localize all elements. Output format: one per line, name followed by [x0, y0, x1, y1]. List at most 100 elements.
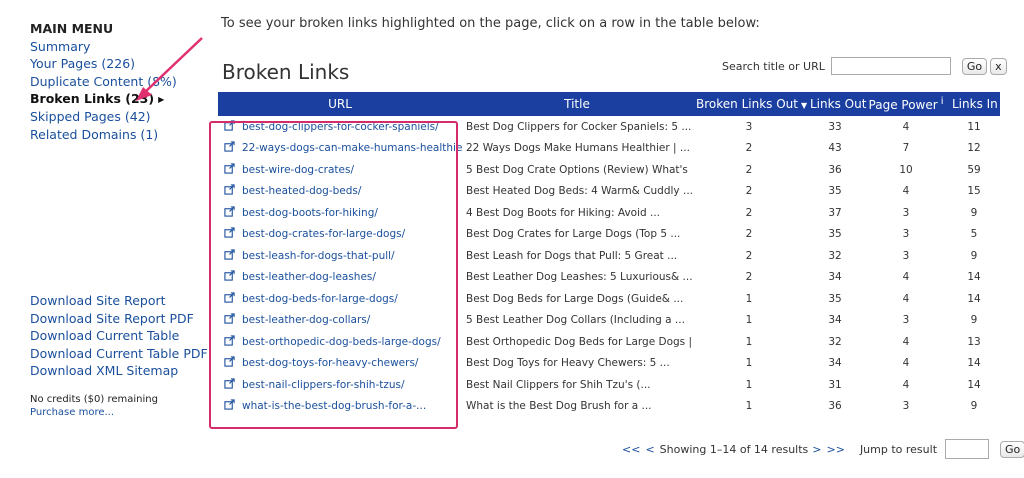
external-link-icon[interactable]: [224, 206, 236, 220]
download-site-report-link[interactable]: Download Site Report: [30, 292, 208, 310]
url-link[interactable]: best-dog-boots-for-hiking/: [242, 207, 378, 219]
links-in-cell: 12: [967, 142, 981, 155]
external-link-icon[interactable]: [224, 356, 236, 370]
external-link-icon[interactable]: [224, 292, 236, 306]
links-out-cell: 37: [828, 206, 842, 219]
url-link[interactable]: best-nail-clippers-for-shih-tzus/: [242, 379, 405, 391]
table-row[interactable]: best-wire-dog-crates/5 Best Dog Crate Op…: [218, 159, 1000, 181]
url-link[interactable]: best-leather-dog-leashes/: [242, 271, 376, 283]
annotation-arrow-icon: [136, 37, 203, 101]
purchase-more-link[interactable]: Purchase more...: [30, 406, 158, 419]
external-link-icon[interactable]: [224, 378, 236, 392]
title-cell: Best Dog Clippers for Cocker Spaniels: 5…: [466, 120, 692, 133]
url-link[interactable]: best-wire-dog-crates/: [242, 164, 354, 176]
links-in-cell: 59: [967, 163, 981, 176]
external-link-icon[interactable]: [224, 249, 236, 263]
table-row[interactable]: best-dog-toys-for-heavy-chewers/Best Dog…: [218, 353, 1000, 375]
column-header-links-out[interactable]: Links Out: [806, 92, 867, 116]
table-row[interactable]: best-nail-clippers-for-shih-tzus/Best Na…: [218, 374, 1000, 396]
external-link-icon[interactable]: [224, 313, 236, 327]
broken-links-out-cell: 2: [745, 185, 753, 198]
url-link[interactable]: best-orthopedic-dog-beds-large-dogs/: [242, 336, 441, 348]
external-link-icon[interactable]: [224, 227, 236, 241]
download-site-report-pdf-link[interactable]: Download Site Report PDF: [30, 310, 208, 328]
next-page-link[interactable]: >: [812, 443, 821, 456]
broken-links-out-cell: 3: [745, 120, 753, 133]
column-header-links-in[interactable]: Links In: [948, 92, 1000, 116]
column-links-in-label: Links In: [952, 97, 998, 111]
broken-links-out-cell: 2: [745, 163, 753, 176]
column-header-url[interactable]: URL: [218, 92, 462, 116]
links-in-cell: 15: [967, 185, 981, 198]
url-cell: best-leather-dog-leashes/: [218, 267, 462, 289]
menu-item-related-domains[interactable]: Related Domains (1): [30, 126, 220, 144]
title-cell: Best Dog Beds for Large Dogs (Guide& ...: [466, 292, 684, 305]
external-link-icon[interactable]: [224, 335, 236, 349]
download-xml-sitemap-link[interactable]: Download XML Sitemap: [30, 362, 208, 380]
external-link-icon[interactable]: [224, 120, 236, 134]
column-header-title[interactable]: Title: [462, 92, 692, 116]
external-link-icon[interactable]: [224, 399, 236, 413]
page-power-cell: 3: [902, 314, 910, 327]
url-link[interactable]: best-dog-toys-for-heavy-chewers/: [242, 357, 418, 369]
title-cell: Best Dog Toys for Heavy Chewers: 5 ...: [466, 357, 670, 370]
url-cell: best-dog-boots-for-hiking/: [218, 202, 462, 224]
url-cell: 22-ways-dogs-can-make-humans-healthier/: [218, 138, 462, 160]
broken-links-out-cell: 1: [745, 335, 753, 348]
table-row[interactable]: 22-ways-dogs-can-make-humans-healthier/2…: [218, 138, 1000, 160]
jump-go-button[interactable]: Go: [1000, 440, 1024, 458]
url-cell: best-heated-dog-beds/: [218, 181, 462, 203]
links-in-cell: 9: [970, 249, 978, 262]
url-cell: best-leather-dog-collars/: [218, 310, 462, 332]
url-link[interactable]: best-heated-dog-beds/: [242, 185, 361, 197]
column-header-page-power[interactable]: Page Power i: [864, 92, 948, 116]
menu-item-skipped-pages[interactable]: Skipped Pages (42): [30, 108, 220, 126]
column-links-out-label: Links Out: [810, 97, 867, 111]
table-row[interactable]: best-dog-clippers-for-cocker-spaniels/Be…: [218, 116, 1000, 138]
column-page-power-label: Page Power: [868, 98, 938, 112]
search-go-button[interactable]: Go: [961, 57, 988, 75]
table-row[interactable]: best-orthopedic-dog-beds-large-dogs/Best…: [218, 331, 1000, 353]
url-link[interactable]: what-is-the-best-dog-brush-for-a-...: [242, 400, 426, 412]
table-row[interactable]: best-leather-dog-leashes/Best Leather Do…: [218, 267, 1000, 289]
download-current-table-pdf-link[interactable]: Download Current Table PDF: [30, 345, 208, 363]
links-out-cell: 35: [828, 292, 842, 305]
table-row[interactable]: what-is-the-best-dog-brush-for-a-... What…: [218, 396, 1000, 418]
broken-links-out-cell: 1: [745, 314, 753, 327]
first-page-link[interactable]: <<: [622, 443, 640, 456]
title-cell: Best Heated Dog Beds: 4 Warm& Cuddly ...: [466, 185, 692, 198]
search-input[interactable]: [830, 57, 951, 75]
column-header-broken-links-out[interactable]: Broken Links Out ▼: [692, 92, 807, 116]
download-current-table-link[interactable]: Download Current Table: [30, 327, 208, 345]
links-out-cell: 34: [828, 314, 842, 327]
url-link[interactable]: best-dog-beds-for-large-dogs/: [242, 293, 398, 305]
jump-to-result-input[interactable]: [945, 439, 990, 459]
column-title-label: Title: [564, 97, 590, 111]
url-link[interactable]: best-leather-dog-collars/: [242, 314, 370, 326]
links-in-cell: 14: [967, 271, 981, 284]
table-row[interactable]: best-heated-dog-beds/Best Heated Dog Bed…: [218, 181, 1000, 203]
external-link-icon[interactable]: [224, 270, 236, 284]
search-label: Search title or URL: [722, 59, 825, 73]
links-out-cell: 34: [828, 271, 842, 284]
external-link-icon[interactable]: [224, 141, 236, 155]
url-link[interactable]: best-dog-crates-for-large-dogs/: [242, 228, 405, 240]
external-link-icon[interactable]: [224, 163, 236, 177]
url-link[interactable]: 22-ways-dogs-can-make-humans-healthier/: [242, 142, 462, 154]
url-link[interactable]: best-leash-for-dogs-that-pull/: [242, 250, 395, 262]
table-row[interactable]: best-dog-crates-for-large-dogs/Best Dog …: [218, 224, 1000, 246]
url-link[interactable]: best-dog-clippers-for-cocker-spaniels/: [242, 121, 439, 133]
broken-links-out-cell: 2: [745, 249, 753, 262]
page-power-cell: 3: [902, 400, 910, 413]
table-row[interactable]: best-dog-beds-for-large-dogs/Best Dog Be…: [218, 288, 1000, 310]
info-icon[interactable]: i: [941, 96, 944, 107]
links-out-cell: 43: [828, 142, 842, 155]
prev-page-link[interactable]: <: [645, 443, 654, 456]
broken-links-table: URL Title Broken Links Out ▼ Links Out Pa…: [218, 92, 1000, 417]
table-row[interactable]: best-dog-boots-for-hiking/4 Best Dog Boo…: [218, 202, 1000, 224]
search-clear-button[interactable]: x: [990, 57, 1007, 75]
table-row[interactable]: best-leash-for-dogs-that-pull/Best Leash…: [218, 245, 1000, 267]
table-row[interactable]: best-leather-dog-collars/5 Best Leather …: [218, 310, 1000, 332]
external-link-icon[interactable]: [224, 184, 236, 198]
last-page-link[interactable]: >>: [827, 443, 845, 456]
